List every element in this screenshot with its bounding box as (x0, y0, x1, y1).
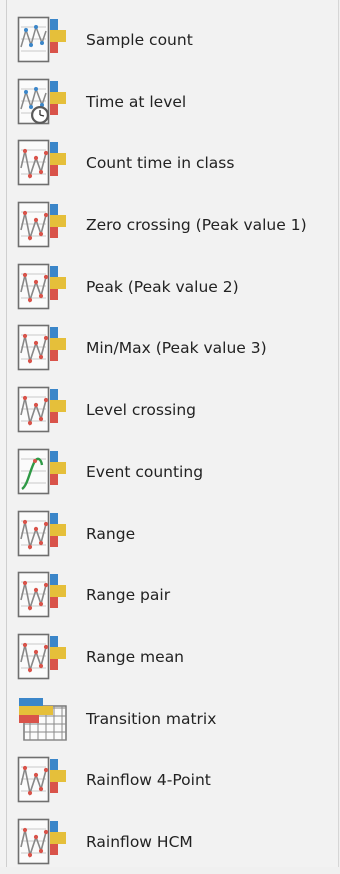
list-item-label: Range mean (86, 647, 185, 666)
count-time-in-class-icon (16, 138, 70, 188)
list-item-label: Event counting (86, 462, 204, 481)
sample-count-icon (16, 15, 70, 65)
time-at-level-icon (16, 77, 70, 127)
list-item-time-at-level[interactable]: Time at level (0, 72, 338, 134)
method-list-panel: Sample count Time at level Count time in… (0, 0, 339, 867)
rainflow-4-point-icon (16, 755, 70, 805)
transition-matrix-icon (16, 694, 70, 744)
list-item-label: Min/Max (Peak value 3) (86, 339, 267, 358)
list-item-label: Peak (Peak value 2) (86, 277, 239, 296)
list-item-label: Range pair (86, 586, 171, 605)
list-item-label: Zero crossing (Peak value 1) (86, 216, 307, 235)
list-item-label: Time at level (86, 92, 187, 111)
list-item-label: Transition matrix (86, 709, 217, 728)
range-pair-icon (16, 570, 70, 620)
level-crossing-icon (16, 385, 70, 435)
list-item-label: Level crossing (86, 401, 196, 420)
range-icon (16, 509, 70, 559)
zero-crossing-icon (16, 200, 70, 250)
list-item-rainflow-4-point[interactable]: Rainflow 4-Point (0, 750, 338, 812)
list-item-rainflow-hcm[interactable]: Rainflow HCM (0, 812, 338, 874)
list-item-label: Range (86, 524, 136, 543)
list-item-label: Count time in class (86, 154, 235, 173)
list-item-transition-matrix[interactable]: Transition matrix (0, 689, 338, 751)
list-item-zero-crossing[interactable]: Zero crossing (Peak value 1) (0, 195, 338, 257)
list-item-range-mean[interactable]: Range mean (0, 627, 338, 689)
range-mean-icon (16, 632, 70, 682)
peak-icon (16, 262, 70, 312)
event-counting-icon (16, 447, 70, 497)
list-item-range-pair[interactable]: Range pair (0, 565, 338, 627)
min-max-icon (16, 323, 70, 373)
list-item-label: Rainflow 4-Point (86, 771, 211, 790)
list-item-label: Sample count (86, 31, 193, 49)
list-item-count-time-in-class[interactable]: Count time in class (0, 133, 338, 195)
list-item-event-counting[interactable]: Event counting (0, 442, 338, 504)
list-item-range[interactable]: Range (0, 504, 338, 566)
list-item-level-crossing[interactable]: Level crossing (0, 380, 338, 442)
method-list: Sample count Time at level Count time in… (0, 10, 338, 874)
list-item-min-max[interactable]: Min/Max (Peak value 3) (0, 318, 338, 380)
list-item-label: Rainflow HCM (86, 832, 193, 851)
list-item-sample-count[interactable]: Sample count (0, 10, 338, 72)
rainflow-hcm-icon (16, 817, 70, 867)
list-item-peak[interactable]: Peak (Peak value 2) (0, 257, 338, 319)
